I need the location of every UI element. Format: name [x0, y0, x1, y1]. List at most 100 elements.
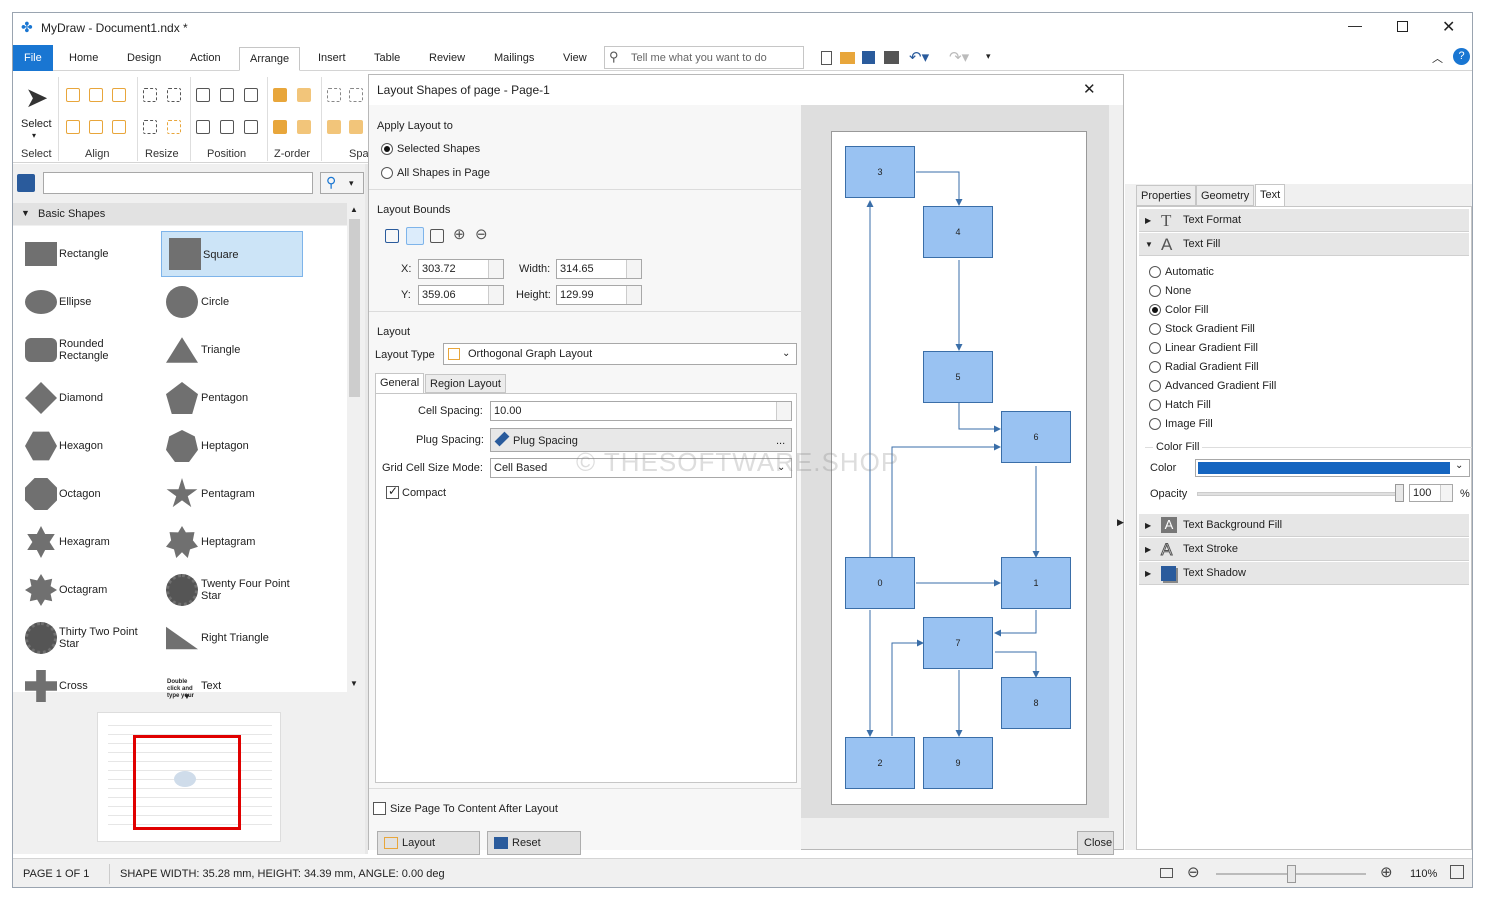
zoom-in-icon[interactable]: ⊕: [453, 225, 466, 243]
fill-automatic-radio[interactable]: [1149, 266, 1161, 278]
fill-advanced-gradient-radio[interactable]: [1149, 380, 1161, 392]
graph-node-5[interactable]: 5: [923, 351, 993, 403]
graph-node-9[interactable]: 9: [923, 737, 993, 789]
shapes-scrollbar[interactable]: ▲ ▼: [347, 203, 362, 692]
tab-arrange[interactable]: Arrange: [239, 47, 301, 71]
graph-node-3[interactable]: 3: [845, 146, 915, 198]
tell-me-search[interactable]: ⚲ Tell me what you want to do: [604, 46, 804, 69]
open-folder-icon[interactable]: [840, 52, 855, 64]
fill-radial-gradient-radio[interactable]: [1149, 361, 1161, 373]
scroll-up-icon[interactable]: ▲: [350, 205, 358, 214]
resize-both-icon[interactable]: [143, 120, 157, 134]
shape-search-input[interactable]: [43, 172, 313, 194]
shape-hexagon[interactable]: Hexagon: [15, 423, 157, 469]
scroll-thumb[interactable]: [349, 219, 360, 397]
space-equal-icon[interactable]: [327, 120, 341, 134]
position-tr-icon[interactable]: [244, 88, 258, 102]
shape-rounded-rectangle[interactable]: Rounded Rectangle: [15, 327, 157, 373]
shape-text[interactable]: Double click and type your Text: [161, 663, 303, 709]
space-horizontal-icon[interactable]: [327, 88, 341, 102]
graph-node-1[interactable]: 1: [1001, 557, 1071, 609]
panel-collapse-arrow-icon[interactable]: ▶: [1117, 517, 1124, 528]
zoom-out-icon[interactable]: ⊖: [475, 225, 488, 243]
selected-shapes-radio[interactable]: [381, 143, 393, 155]
align-left-icon[interactable]: [66, 88, 80, 102]
tab-action[interactable]: Action: [180, 47, 231, 71]
bounds-grid-icon[interactable]: [406, 227, 424, 245]
shape-diamond[interactable]: Diamond: [15, 375, 157, 421]
fit-screen-icon[interactable]: [1450, 865, 1464, 879]
monitor-icon[interactable]: [1160, 868, 1173, 878]
compact-checkbox[interactable]: ✓: [386, 484, 399, 499]
close-window-icon[interactable]: ✕: [1442, 17, 1455, 37]
size-page-checkbox[interactable]: [373, 802, 386, 815]
y-input[interactable]: 359.06: [418, 285, 504, 305]
qat-more-icon[interactable]: ▾: [986, 51, 991, 62]
shape-hexagram[interactable]: Hexagram: [15, 519, 157, 565]
shape-octagon[interactable]: Octagon: [15, 471, 157, 517]
save-icon[interactable]: [862, 51, 875, 64]
fill-color-radio[interactable]: [1149, 304, 1161, 316]
overview-minimap[interactable]: [97, 712, 281, 842]
position-bl-icon[interactable]: [196, 120, 210, 134]
bring-front-icon[interactable]: [273, 88, 287, 102]
select-button-label[interactable]: Select: [21, 118, 52, 130]
minimize-icon[interactable]: —: [1348, 17, 1362, 33]
shape-ellipse[interactable]: Ellipse: [15, 279, 157, 325]
minimap-viewport[interactable]: [133, 735, 241, 830]
x-input[interactable]: 303.72: [418, 259, 504, 279]
maximize-icon[interactable]: [1397, 21, 1408, 32]
align-right-icon[interactable]: [112, 88, 126, 102]
position-tl-icon[interactable]: [196, 88, 210, 102]
shape-heptagon[interactable]: Heptagon: [161, 423, 303, 469]
color-picker[interactable]: ⌄: [1195, 459, 1470, 477]
space-equal2-icon[interactable]: [349, 120, 363, 134]
graph-node-6[interactable]: 6: [1001, 411, 1071, 463]
shape-pentagon[interactable]: Pentagon: [161, 375, 303, 421]
graph-node-8[interactable]: 8: [1001, 677, 1071, 729]
reset-values-button[interactable]: Reset Values: [487, 831, 581, 871]
bounds-settings-icon[interactable]: [430, 229, 444, 243]
redo-icon[interactable]: ↷▾: [949, 48, 969, 66]
zoom-slider-thumb[interactable]: [1287, 865, 1296, 883]
select-pointer-icon[interactable]: ➤: [25, 81, 48, 114]
tab-design[interactable]: Design: [117, 47, 171, 71]
layout-type-select[interactable]: Orthogonal Graph Layout ⌄: [443, 343, 797, 365]
cell-spacing-spin[interactable]: [776, 402, 791, 420]
shape-octagram[interactable]: Octagram: [15, 567, 157, 613]
fill-linear-gradient-radio[interactable]: [1149, 342, 1161, 354]
graph-node-0[interactable]: 0: [845, 557, 915, 609]
shape-square[interactable]: Square: [161, 231, 303, 277]
fit-page-icon[interactable]: [385, 229, 399, 243]
shape-triangle[interactable]: Triangle: [161, 327, 303, 373]
position-br-icon[interactable]: [244, 120, 258, 134]
send-back-icon[interactable]: [273, 120, 287, 134]
undo-icon[interactable]: ↶▾: [909, 48, 929, 66]
align-bottom-icon[interactable]: [112, 120, 126, 134]
fill-stock-gradient-radio[interactable]: [1149, 323, 1161, 335]
subtab-region-layout[interactable]: Region Layout: [425, 374, 506, 393]
shape-search-button[interactable]: ⚲ ▾: [320, 172, 364, 194]
section-text-shadow[interactable]: ▶ Text Shadow: [1139, 562, 1469, 585]
shape-pentagram[interactable]: Pentagram: [161, 471, 303, 517]
y-spin[interactable]: [488, 286, 503, 304]
align-top-icon[interactable]: [66, 120, 80, 134]
height-input[interactable]: 129.99: [556, 285, 642, 305]
opacity-spin[interactable]: [1440, 485, 1452, 501]
resize-height-icon[interactable]: [167, 88, 181, 102]
shape-heptagram[interactable]: Heptagram: [161, 519, 303, 565]
shape-circle[interactable]: Circle: [161, 279, 303, 325]
print-icon[interactable]: [884, 51, 899, 64]
new-document-icon[interactable]: [821, 51, 832, 65]
opacity-slider-thumb[interactable]: [1395, 484, 1404, 502]
x-spin[interactable]: [488, 260, 503, 278]
subtab-general[interactable]: General: [375, 373, 425, 393]
tab-review[interactable]: Review: [419, 47, 475, 71]
splitter-arrow-icon[interactable]: ▼: [183, 692, 191, 701]
shape-cross[interactable]: Cross: [15, 663, 157, 709]
resize-width-icon[interactable]: [143, 88, 157, 102]
height-spin[interactable]: [626, 286, 641, 304]
shape-right-triangle[interactable]: Right Triangle: [161, 615, 303, 661]
section-text-stroke[interactable]: ▶ A Text Stroke: [1139, 538, 1469, 561]
graph-node-2[interactable]: 2: [845, 737, 915, 789]
